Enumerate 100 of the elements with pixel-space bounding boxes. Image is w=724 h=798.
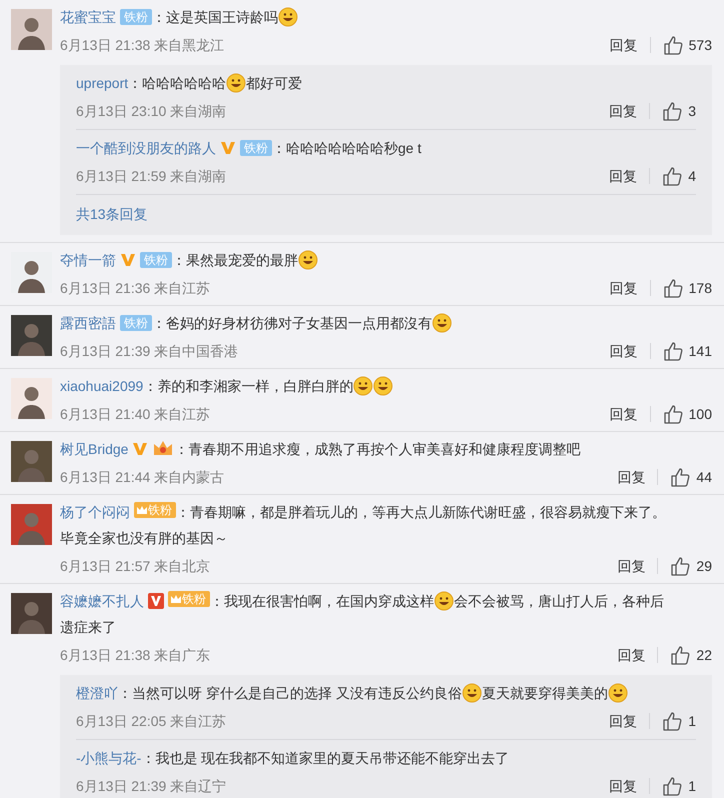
like-button[interactable]: 1 [662,711,696,731]
verified-icon [120,252,136,268]
comment-meta: 6月13日 22:05 来自江苏 [76,712,228,731]
username-link[interactable]: 杨了个闷闷 [60,504,130,520]
fan-badge: 铁粉 [120,9,152,25]
reply-button[interactable]: 回复 [610,404,638,424]
comment-text: ：青春期嘛，都是胖着玩儿的，等再大点儿新陈代谢旺盛，很容易就瘦下来了。 [176,504,666,520]
like-button[interactable]: 178 [662,278,712,298]
verified-icon [220,140,236,156]
comment-text: 夏天就要穿得美美的 [482,685,608,701]
fan-badge: 铁粉 [168,591,210,607]
like-button[interactable]: 573 [662,35,712,55]
more-replies-link[interactable]: 共13条回复 [76,195,148,235]
username-link[interactable]: 树见Bridge [60,441,128,457]
avatar [11,378,52,419]
verified-icon [132,441,148,457]
comment-meta: 6月13日 21:59 来自湖南 [76,167,228,186]
comment-meta: 6月13日 21:39 来自辽宁 [76,777,228,796]
comment-text: 会不会被骂，唐山打人后，各种后 [454,593,664,609]
verified-icon [148,593,164,609]
crown-icon [152,439,174,457]
like-button[interactable]: 44 [670,467,712,487]
reply-button[interactable]: 回复 [617,645,646,665]
comment-text: ：这是英国王诗龄吗 [152,9,278,25]
comment-text: ：我也是 现在我都不知道家里的夏天吊带还能不能穿出去了 [141,750,510,766]
thumbs-up-icon [662,35,683,55]
emoji-icon [434,591,454,611]
thumbs-up-icon [662,278,683,298]
avatar [11,9,52,50]
thumbs-up-icon [662,341,683,361]
username-link[interactable]: 橙澄吖 [76,685,118,701]
comment-text: ：哈哈哈哈哈哈哈秒ge t [272,140,422,156]
comment-meta: 6月13日 21:44 来自内蒙古 [60,468,226,487]
avatar [11,441,52,482]
comment-text: ：爸妈的好身材彷彿对子女基因一点用都沒有 [152,315,432,331]
like-button[interactable]: 22 [670,645,712,665]
thumbs-up-icon [670,467,690,487]
avatar [11,315,52,356]
emoji-icon [608,683,628,703]
thumbs-up-icon [670,645,690,665]
emoji-icon [226,73,246,93]
thumbs-up-icon [662,776,682,796]
reply-button[interactable]: 回复 [609,101,638,121]
like-button[interactable]: 4 [662,166,696,186]
comment-meta: 6月13日 21:36 来自江苏 [60,279,212,298]
username-link[interactable]: upreport [76,75,128,91]
comment-text: ：青春期不用追求瘦，成熟了再按个人审美喜好和健康程度调整吧 [174,441,580,457]
comment-meta: 6月13日 21:57 来自北京 [60,557,212,576]
thumbs-up-icon [662,404,683,424]
emoji-icon [353,376,374,396]
reply-button[interactable]: 回复 [610,278,638,298]
comment-meta: 6月13日 21:40 来自江苏 [60,405,212,424]
emoji-icon [432,313,452,333]
fan-badge: 铁粉 [140,252,172,268]
emoji-icon [298,250,318,270]
emoji-icon [278,7,298,27]
username-link[interactable]: xiaohuai2099 [60,378,144,394]
thumbs-up-icon [662,711,682,731]
comment-meta: 6月13日 21:39 来自中国香港 [60,342,240,361]
comment-meta: 6月13日 21:38 来自黑龙江 [60,36,226,55]
comment-meta: 6月13日 23:10 来自湖南 [76,102,228,121]
thumbs-up-icon [670,556,690,576]
comment-text: ：哈哈哈哈哈哈 [128,75,226,91]
like-button[interactable]: 29 [670,556,712,576]
comment-text: 遗症来了 [60,618,116,637]
reply-button[interactable]: 回复 [610,35,638,55]
fan-badge: 铁粉 [134,502,176,518]
reply-button[interactable]: 回复 [610,341,638,361]
like-button[interactable]: 1 [662,776,696,796]
fan-badge: 铁粉 [240,140,272,156]
comment-meta: 6月13日 21:38 来自广东 [60,646,212,665]
emoji-icon [373,376,394,396]
crown-icon [170,593,182,605]
comment-text: 毕竟全家也没有胖的基因～ [60,529,228,548]
avatar [11,593,52,634]
comment-text: 都好可爱 [246,75,302,91]
comment-text: ：果然最宠爱的最胖 [172,252,298,268]
thumbs-up-icon [662,101,682,121]
reply-button[interactable]: 回复 [617,556,646,576]
username-link[interactable]: -小熊与花- [76,750,142,766]
like-button[interactable]: 3 [662,101,696,121]
reply-button[interactable]: 回复 [609,166,638,186]
reply-button[interactable]: 回复 [617,467,646,487]
avatar [11,504,52,545]
username-link[interactable]: 容嬷嬷不扎人 [60,593,144,609]
emoji-icon [462,683,482,703]
username-link[interactable]: 露西密語 [60,315,116,331]
username-link[interactable]: 一个酷到没朋友的路人 [76,140,216,156]
reply-button[interactable]: 回复 [609,711,638,731]
like-button[interactable]: 100 [662,404,712,424]
fan-badge: 铁粉 [120,315,152,331]
username-link[interactable]: 夺情一箭 [60,252,116,268]
reply-button[interactable]: 回复 [609,776,638,796]
comment-text: ：当然可以呀 穿什么是自己的选择 又没有违反公约良俗 [118,685,462,701]
like-button[interactable]: 141 [662,341,712,361]
comment-text: ：我现在很害怕啊，在国内穿成这样 [210,593,434,609]
thumbs-up-icon [662,166,682,186]
comment-text: ：养的和李湘家一样，白胖白胖的 [143,378,354,394]
username-link[interactable]: 花蜜宝宝 [60,9,116,25]
crown-icon [136,504,148,516]
